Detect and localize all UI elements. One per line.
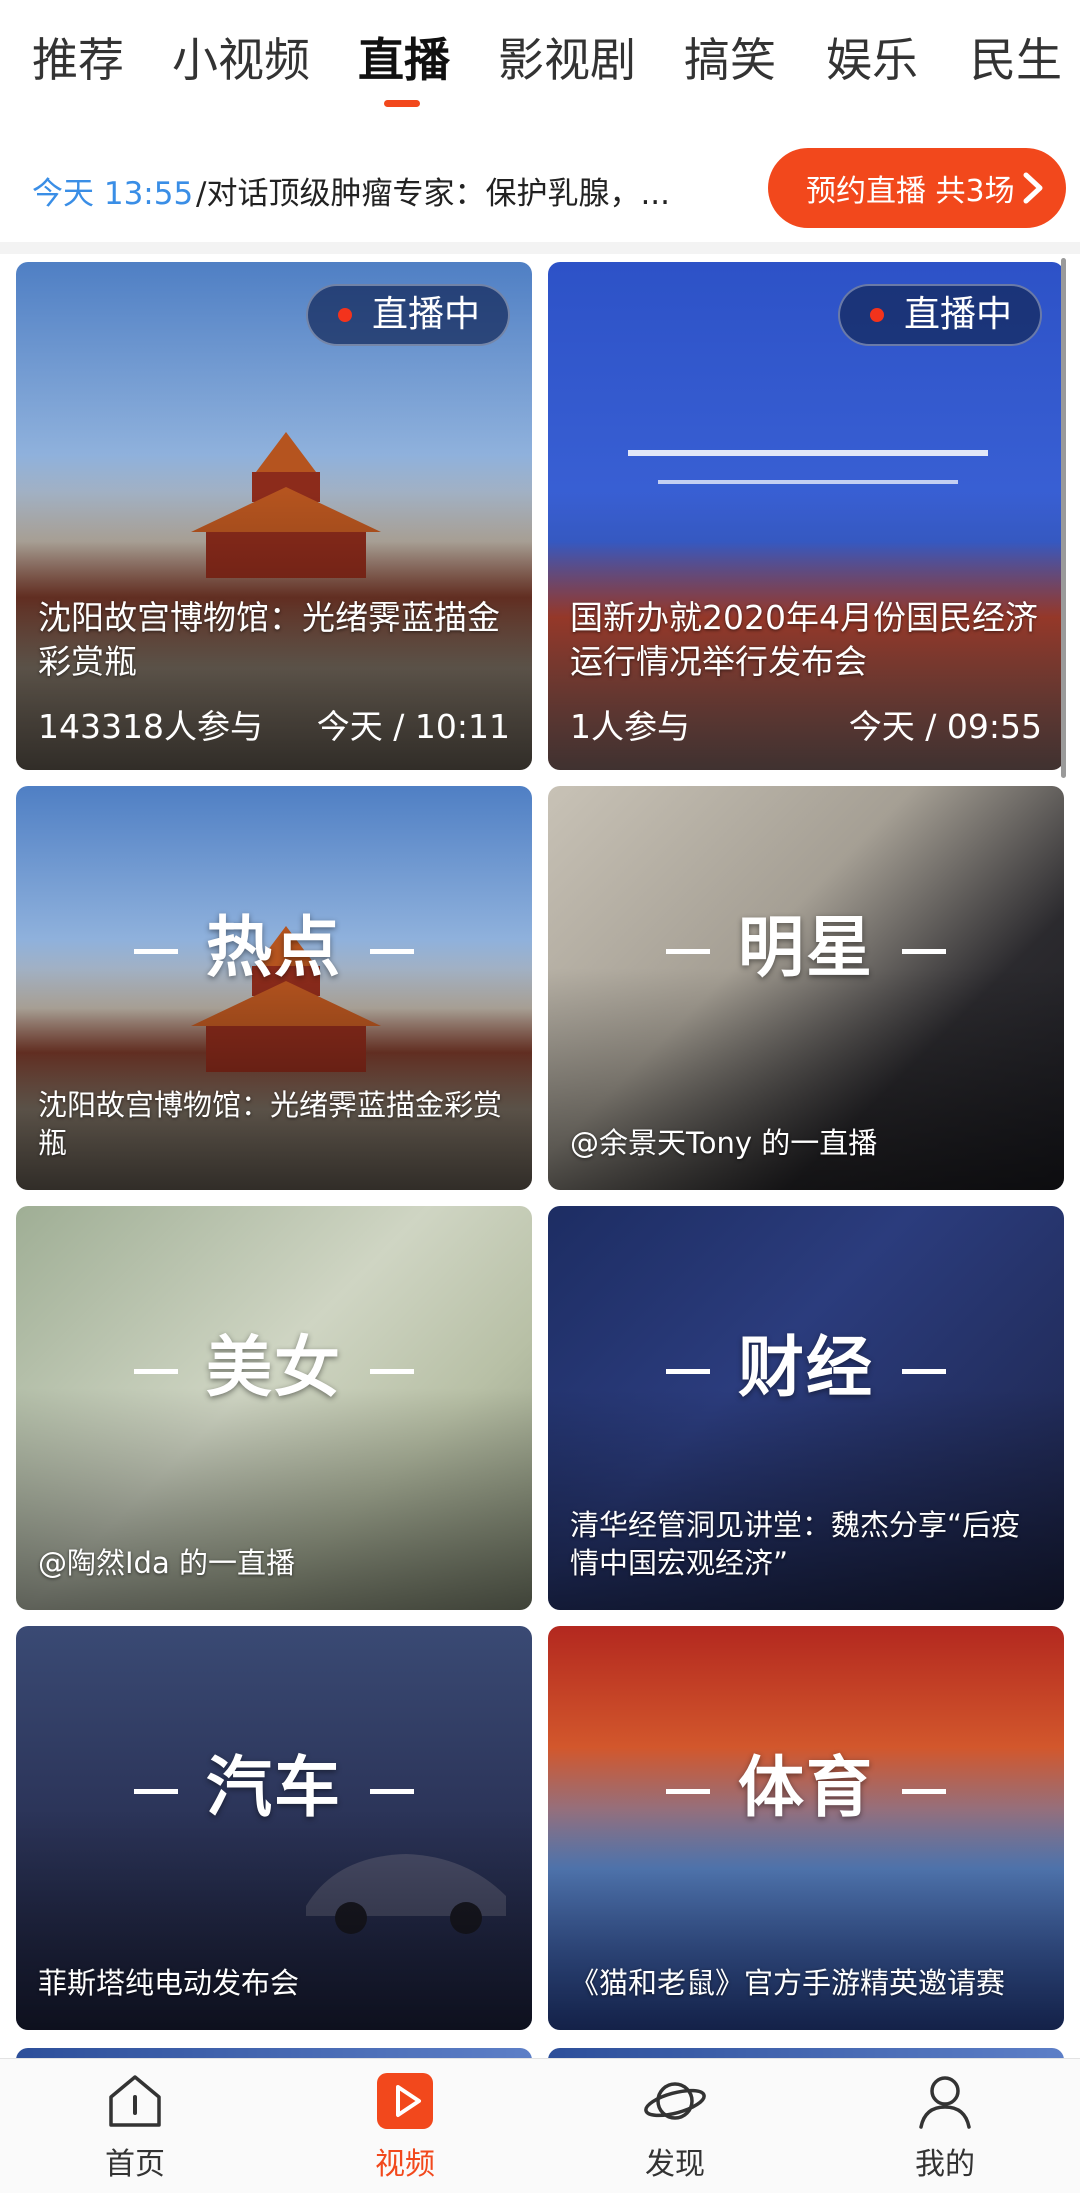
video-play-icon xyxy=(377,2073,433,2129)
live-dot-icon xyxy=(337,308,352,322)
participant-count: 143318人参与 xyxy=(38,707,263,746)
live-start-time: 今天 / 09:55 xyxy=(848,707,1042,746)
nav-me[interactable]: 我的 xyxy=(880,2069,1010,2183)
tab-recommend[interactable]: 推荐 xyxy=(32,24,124,90)
category-card-sports[interactable]: 体育 《猫和老鼠》官方手游精英邀请赛 xyxy=(548,1626,1064,2030)
card-caption: @陶然Ida 的一直播 xyxy=(38,1546,295,1580)
home-icon xyxy=(109,2075,161,2127)
card-caption: 沈阳故宫博物馆：光绪霁蓝描金彩赏瓶 xyxy=(38,1088,503,1160)
card-title: 沈阳故宫博物馆：光绪霁蓝描金彩赏瓶 xyxy=(38,598,500,681)
category-label: 明星 xyxy=(548,894,1064,990)
category-label: 汽车 xyxy=(16,1734,532,1830)
channel-tab-bar: 推荐 小视频 直播 影视剧 搞笑 娱乐 民生 xyxy=(0,0,1080,118)
category-card-beauty[interactable]: 美女 @陶然Ida 的一直播 xyxy=(16,1206,532,1610)
live-badge: 直播中 xyxy=(305,284,510,346)
live-start-time: 今天 / 10:11 xyxy=(316,707,510,746)
live-card-shenyang-palace[interactable]: 直播中 沈阳故宫博物馆：光绪霁蓝描金彩赏瓶 143318人参与 今天 / 10:… xyxy=(16,262,532,770)
reserve-live-button[interactable]: 预约直播 共3场 xyxy=(768,148,1066,228)
person-icon xyxy=(919,2076,971,2129)
card-caption: @余景天Tony 的一直播 xyxy=(570,1126,878,1160)
live-badge-label: 直播中 xyxy=(903,294,1012,335)
category-label: 体育 xyxy=(548,1734,1064,1830)
category-card-hot[interactable]: 热点 沈阳故宫博物馆：光绪霁蓝描金彩赏瓶 xyxy=(16,786,532,1190)
schedule-time[interactable]: 今天 13:55 xyxy=(32,168,193,213)
reserve-live-label: 预约直播 共3场 xyxy=(806,174,1015,209)
nav-home-label: 首页 xyxy=(105,2147,165,2182)
tab-film-tv[interactable]: 影视剧 xyxy=(498,24,636,90)
card-caption: 《猫和老鼠》官方手游精英邀请赛 xyxy=(570,1966,1006,2000)
active-tab-indicator xyxy=(384,100,420,107)
divider xyxy=(0,242,1080,254)
live-dot-icon xyxy=(869,308,884,322)
schedule-title[interactable]: /对话顶级肿瘤专家：保护乳腺，... xyxy=(196,168,696,213)
category-label: 财经 xyxy=(548,1314,1064,1410)
nav-discover-label: 发现 xyxy=(645,2147,705,2182)
category-card-star[interactable]: 明星 @余景天Tony 的一直播 xyxy=(548,786,1064,1190)
category-label: 热点 xyxy=(16,894,532,990)
bottom-nav: 首页 视频 发现 我的 xyxy=(0,2058,1080,2193)
category-card-auto[interactable]: 汽车 菲斯塔纯电动发布会 xyxy=(16,1626,532,2030)
category-card-finance[interactable]: 财经 清华经管洞见讲堂：魏杰分享“后疫情中国宏观经济” xyxy=(548,1206,1064,1610)
card-caption: 菲斯塔纯电动发布会 xyxy=(38,1966,300,2000)
chevron-right-icon xyxy=(1023,172,1043,204)
planet-icon xyxy=(644,2082,706,2120)
card-caption: 清华经管洞见讲堂：魏杰分享“后疫情中国宏观经济” xyxy=(570,1508,1021,1580)
nav-video-label: 视频 xyxy=(375,2147,435,2182)
tab-live[interactable]: 直播 xyxy=(358,24,450,90)
category-label: 美女 xyxy=(16,1314,532,1410)
nav-video[interactable]: 视频 xyxy=(340,2069,470,2183)
participant-count: 1人参与 xyxy=(570,707,690,746)
tab-livelihood[interactable]: 民生 xyxy=(970,24,1062,90)
live-card-state-council[interactable]: 直播中 国新办就2020年4月份国民经济运行情况举行发布会 1人参与 今天 / … xyxy=(548,262,1064,770)
live-schedule-bar: 今天 13:55 /对话顶级肿瘤专家：保护乳腺，... 预约直播 共3场 xyxy=(0,134,1080,244)
tab-funny[interactable]: 搞笑 xyxy=(684,24,776,90)
scrollbar[interactable] xyxy=(1061,258,1066,778)
nav-discover[interactable]: 发现 xyxy=(610,2069,740,2183)
nav-me-label: 我的 xyxy=(915,2147,975,2182)
live-badge-label: 直播中 xyxy=(371,294,480,335)
live-badge: 直播中 xyxy=(837,284,1042,346)
tab-entertainment[interactable]: 娱乐 xyxy=(826,24,918,90)
card-title: 国新办就2020年4月份国民经济运行情况举行发布会 xyxy=(570,598,1038,681)
tab-short-video[interactable]: 小视频 xyxy=(172,24,310,90)
nav-home[interactable]: 首页 xyxy=(70,2069,200,2183)
